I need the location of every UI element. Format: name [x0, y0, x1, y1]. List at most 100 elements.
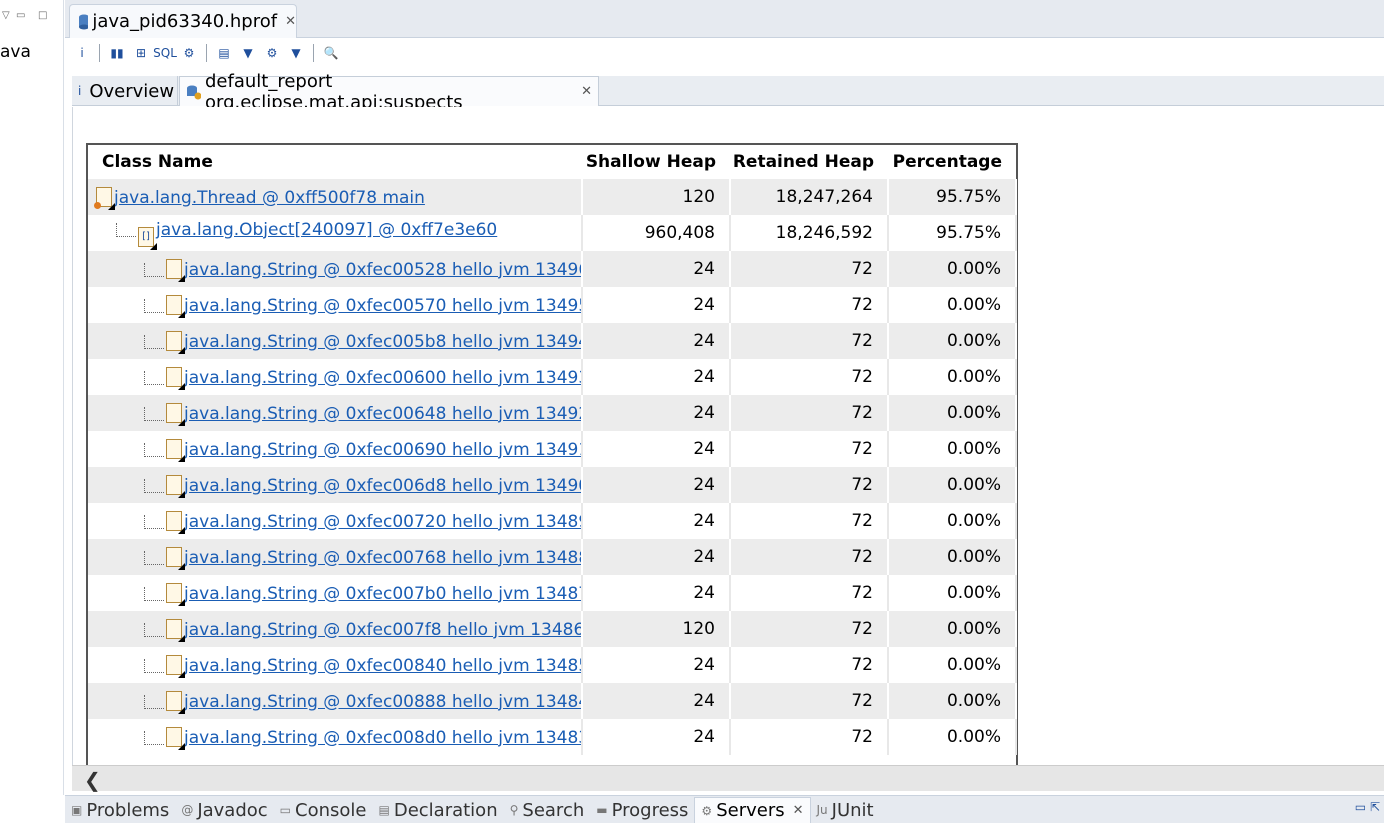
left-view-panel: ▽ ▭ □ ava	[0, 0, 64, 795]
cell-shallow-heap: 24	[582, 287, 731, 323]
object-link[interactable]: java.lang.String @ 0xfec008d0 hello jvm …	[184, 728, 580, 748]
close-icon[interactable]: ✕	[285, 14, 296, 29]
cell-retained-heap: 72	[730, 467, 889, 503]
tree-connector	[144, 478, 164, 493]
tab-javadoc[interactable]: @ Javadoc	[175, 797, 273, 823]
overview-icon[interactable]: i	[72, 43, 92, 63]
oql-icon[interactable]: SQL	[153, 43, 177, 63]
close-icon[interactable]: ✕	[793, 803, 804, 818]
cell-class-name: java.lang.String @ 0xfec00720 hello jvm …	[88, 503, 583, 539]
close-icon[interactable]: ✕	[581, 84, 592, 99]
table-row[interactable]: [] java.lang.Object[240097] @ 0xff7e3e60 9…	[88, 215, 1017, 251]
minimize-icon[interactable]: ▭	[1355, 800, 1366, 814]
cell-retained-heap: 72	[730, 251, 889, 287]
object-link[interactable]: java.lang.String @ 0xfec00570 hello jvm …	[184, 296, 580, 316]
cell-retained-heap: 18,246,592	[730, 215, 889, 251]
cell-class-name: [] java.lang.Object[240097] @ 0xff7e3e60	[88, 215, 583, 251]
cell-shallow-heap: 120	[582, 179, 731, 215]
tab-problems[interactable]: ▣ Problems	[65, 797, 175, 823]
tab-servers[interactable]: ⚙ Servers ✕	[694, 797, 811, 823]
table-row[interactable]: java.lang.String @ 0xfec00690 hello jvm …	[88, 431, 1017, 467]
table-row[interactable]: java.lang.String @ 0xfec00888 hello jvm …	[88, 683, 1017, 719]
table-row[interactable]: java.lang.String @ 0xfec00720 hello jvm …	[88, 503, 1017, 539]
thread-overview-icon[interactable]: ⚙	[179, 43, 199, 63]
table-row[interactable]: java.lang.String @ 0xfec00840 hello jvm …	[88, 647, 1017, 683]
servers-icon: ⚙	[701, 803, 713, 818]
table-row[interactable]: java.lang.String @ 0xfec00600 hello jvm …	[88, 359, 1017, 395]
tree-connector	[144, 514, 164, 529]
editor-tab-heap-dump[interactable]: java_pid63340.hprof ✕	[69, 4, 297, 38]
tab-label: Problems	[86, 799, 170, 821]
tab-search[interactable]: ⚲ Search	[504, 797, 591, 823]
string-object-icon	[166, 690, 185, 714]
table-row[interactable]: java.lang.String @ 0xfec006d8 hello jvm …	[88, 467, 1017, 503]
column-header-retained-heap[interactable]: Retained Heap	[730, 145, 888, 179]
horizontal-scrollbar[interactable]: ❮	[72, 765, 1384, 792]
tab-default-report[interactable]: default_report org.eclipse.mat.api:suspe…	[179, 71, 599, 113]
cell-class-name: java.lang.String @ 0xfec00888 hello jvm …	[88, 683, 583, 719]
cell-shallow-heap: 24	[582, 323, 731, 359]
tree-connector	[144, 586, 164, 601]
thread-marker-icon	[94, 201, 101, 209]
toolbar-separator	[206, 44, 207, 62]
tab-console[interactable]: ▭ Console	[274, 797, 373, 823]
tab-progress[interactable]: ▬ Progress	[590, 797, 694, 823]
object-link[interactable]: java.lang.String @ 0xfec00720 hello jvm …	[184, 512, 580, 532]
table-row[interactable]: java.lang.String @ 0xfec007f8 hello jvm …	[88, 611, 1017, 647]
object-link[interactable]: java.lang.String @ 0xfec007b0 hello jvm …	[184, 584, 580, 604]
cell-shallow-heap: 24	[582, 395, 731, 431]
object-link[interactable]: java.lang.Thread @ 0xff500f78 main	[114, 188, 425, 208]
cell-class-name: java.lang.Thread @ 0xff500f78 main	[88, 179, 583, 215]
cell-retained-heap: 72	[730, 647, 889, 683]
search-icon[interactable]: 🔍	[321, 43, 341, 63]
cell-shallow-heap: 24	[582, 539, 731, 575]
toolbar: i ▮▮ ⊞ SQL ⚙ ▤ ▼ ⚙ ▼ 🔍	[72, 40, 341, 66]
histogram-icon[interactable]: ▮▮	[107, 43, 127, 63]
view-menu-icon[interactable]: ▽	[2, 10, 10, 21]
table-row[interactable]: java.lang.String @ 0xfec00648 hello jvm …	[88, 395, 1017, 431]
tree-connector	[144, 298, 164, 313]
object-link[interactable]: java.lang.String @ 0xfec007f8 hello jvm …	[184, 620, 580, 640]
column-header-shallow-heap[interactable]: Shallow Heap	[582, 145, 730, 179]
table-row[interactable]: java.lang.Thread @ 0xff500f78 main 120 18,…	[88, 179, 1017, 215]
column-header-class-name[interactable]: Class Name	[88, 145, 582, 179]
run-report-icon[interactable]: ▤	[214, 43, 234, 63]
object-link[interactable]: java.lang.String @ 0xfec00768 hello jvm …	[184, 548, 580, 568]
tab-overview[interactable]: i Overview	[72, 76, 178, 106]
object-link[interactable]: java.lang.String @ 0xfec00648 hello jvm …	[184, 404, 580, 424]
dominator-tree-icon[interactable]: ⊞	[131, 43, 151, 63]
table-row[interactable]: java.lang.String @ 0xfec007b0 hello jvm …	[88, 575, 1017, 611]
tab-junit[interactable]: Ju JUnit	[811, 797, 880, 823]
column-header-percentage[interactable]: Percentage	[888, 145, 1016, 179]
query-browser-icon[interactable]: ⚙	[262, 43, 282, 63]
string-object-icon	[166, 330, 185, 354]
maximize-icon[interactable]: ⇱	[1370, 800, 1380, 814]
object-link[interactable]: java.lang.String @ 0xfec005b8 hello jvm …	[184, 332, 580, 352]
thread-object-icon	[94, 186, 115, 210]
table-row[interactable]: java.lang.String @ 0xfec00528 hello jvm …	[88, 251, 1017, 287]
object-link[interactable]: java.lang.String @ 0xfec00600 hello jvm …	[184, 368, 580, 388]
cell-class-name: java.lang.String @ 0xfec00528 hello jvm …	[88, 251, 583, 287]
tree-connector	[144, 550, 164, 565]
cell-percentage: 95.75%	[888, 215, 1017, 251]
object-link[interactable]: java.lang.String @ 0xfec00690 hello jvm …	[184, 440, 580, 460]
object-link[interactable]: java.lang.Object[240097] @ 0xff7e3e60	[156, 220, 497, 240]
cell-percentage: 0.00%	[888, 611, 1017, 647]
report-dropdown-icon[interactable]: ▼	[238, 43, 258, 63]
table-row[interactable]: java.lang.String @ 0xfec00768 hello jvm …	[88, 539, 1017, 575]
table-row[interactable]: java.lang.String @ 0xfec008d0 hello jvm …	[88, 719, 1017, 755]
object-link[interactable]: java.lang.String @ 0xfec00528 hello jvm …	[184, 260, 580, 280]
minimize-icon[interactable]: ▭	[16, 10, 25, 21]
table-row[interactable]: java.lang.String @ 0xfec005b8 hello jvm …	[88, 323, 1017, 359]
suspects-table: Class Name Shallow Heap Retained Heap Pe…	[86, 143, 1018, 765]
object-link[interactable]: java.lang.String @ 0xfec006d8 hello jvm …	[184, 476, 580, 496]
scroll-left-icon[interactable]: ❮	[84, 768, 101, 792]
maximize-icon[interactable]: □	[38, 10, 47, 21]
object-link[interactable]: java.lang.String @ 0xfec00888 hello jvm …	[184, 692, 580, 712]
query-dropdown-icon[interactable]: ▼	[286, 43, 306, 63]
tree-connector	[144, 262, 164, 277]
cell-class-name: java.lang.String @ 0xfec00768 hello jvm …	[88, 539, 583, 575]
tab-declaration[interactable]: ▤ Declaration	[372, 797, 503, 823]
table-row[interactable]: java.lang.String @ 0xfec00570 hello jvm …	[88, 287, 1017, 323]
object-link[interactable]: java.lang.String @ 0xfec00840 hello jvm …	[184, 656, 580, 676]
